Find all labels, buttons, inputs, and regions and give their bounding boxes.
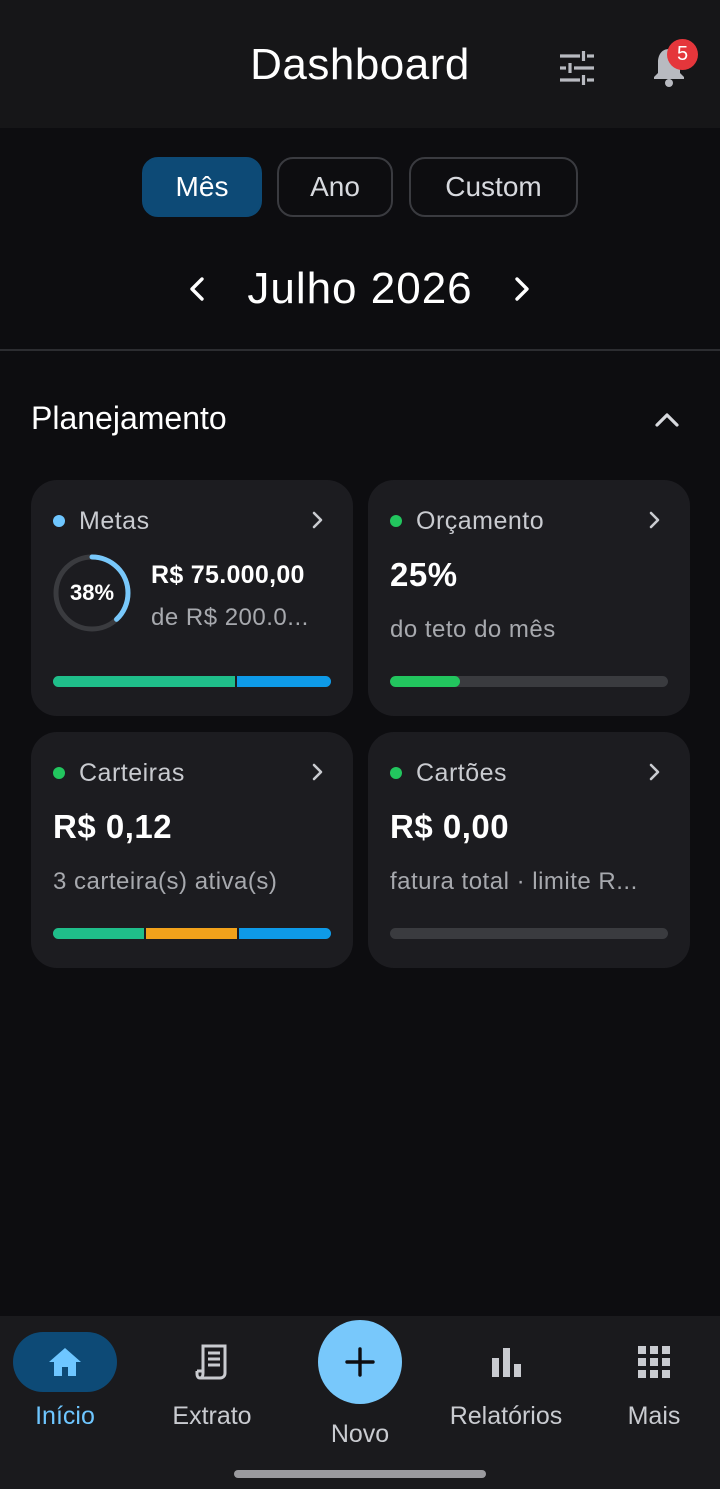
chevron-right-icon (644, 510, 664, 530)
collapse-section-button[interactable] (650, 404, 684, 436)
card-header: Cartões (390, 758, 507, 788)
bar-segment (239, 928, 331, 939)
card-title: Cartões (416, 758, 508, 787)
nav-item-mais[interactable]: Mais (584, 1316, 720, 1456)
card-value: R$ 0,12 (53, 808, 173, 845)
chevron-up-icon (655, 413, 679, 427)
card-subtitle: do teto do mês (390, 616, 556, 643)
card-title: Carteiras (79, 758, 185, 787)
period-tabs: Mês Ano Custom (0, 157, 720, 217)
app-root: Dashboard 5 Mês Ano Custom Julho 2026 Pl… (0, 0, 720, 1489)
nav-item-inicio[interactable]: Início (0, 1316, 135, 1456)
home-indicator[interactable] (234, 1470, 486, 1478)
bar-chart-icon (492, 1348, 521, 1377)
card-cartoes[interactable]: Cartões R$ 0,00 fatura total · limite R.… (368, 732, 690, 968)
card-value: R$ 75.000,00 (151, 561, 305, 589)
bar-segment (53, 928, 145, 939)
filter-button[interactable] (552, 44, 602, 92)
card-header: Carteiras (53, 758, 185, 788)
home-icon (49, 1348, 81, 1376)
card-subtitle: de R$ 200.0... (151, 604, 309, 631)
bar-segment (146, 928, 238, 939)
fab-label: Novo (330, 1420, 390, 1448)
bar-segment (53, 676, 236, 687)
card-header: Orçamento (390, 506, 544, 536)
progress-bar (390, 928, 668, 939)
receipt-icon (195, 1344, 227, 1380)
notification-badge: 5 (667, 39, 698, 70)
progress-percent-label: 38% (69, 580, 115, 605)
card-header: Metas (53, 506, 150, 536)
card-subtitle: 3 carteira(s) ativa(s) (53, 868, 278, 895)
next-month-button[interactable] (507, 274, 537, 304)
status-dot (53, 767, 65, 779)
tab-custom[interactable]: Custom (409, 157, 578, 217)
card-carteiras[interactable]: Carteiras R$ 0,12 3 carteira(s) ativa(s) (31, 732, 353, 968)
page-title: Dashboard (250, 40, 470, 89)
nav-item-extrato[interactable]: Extrato (142, 1316, 282, 1456)
progress-bar (390, 676, 668, 687)
sliders-icon (560, 51, 594, 85)
progress-bar (53, 676, 331, 687)
grid-icon (638, 1346, 670, 1378)
chevron-right-icon (515, 277, 529, 301)
card-metas[interactable]: Metas 38% R$ 75.000,00 de R$ 200.0... (31, 480, 353, 716)
header-divider (0, 349, 720, 351)
plus-icon (345, 1347, 375, 1377)
nav-label: Relatórios (449, 1402, 563, 1430)
nav-item-relatorios[interactable]: Relatórios (436, 1316, 576, 1456)
nav-active-indicator (13, 1332, 117, 1392)
chevron-right-icon (307, 510, 327, 530)
status-dot (390, 767, 402, 779)
tab-month[interactable]: Mês (142, 157, 262, 217)
chevron-right-icon (307, 762, 327, 782)
tab-year[interactable]: Ano (277, 157, 393, 217)
chevron-right-icon (644, 762, 664, 782)
nav-label: Mais (627, 1402, 681, 1430)
progress-bar (53, 928, 331, 939)
card-value: 25% (390, 556, 458, 593)
nav-label: Início (35, 1402, 95, 1430)
card-title: Metas (79, 506, 150, 535)
nav-label: Extrato (172, 1402, 252, 1430)
bar-segment (237, 676, 331, 687)
card-subtitle: fatura total · limite R... (390, 868, 638, 895)
status-dot (53, 515, 65, 527)
section-title: Planejamento (31, 400, 227, 436)
status-dot (390, 515, 402, 527)
add-new-button[interactable] (318, 1320, 402, 1404)
current-month-label: Julho 2026 (247, 264, 473, 313)
bar-fill (390, 676, 460, 687)
card-title: Orçamento (416, 506, 545, 535)
top-app-bar: Dashboard 5 (0, 0, 720, 128)
card-orcamento[interactable]: Orçamento 25% do teto do mês (368, 480, 690, 716)
card-value: R$ 0,00 (390, 808, 510, 845)
month-selector: Julho 2026 (0, 262, 720, 318)
